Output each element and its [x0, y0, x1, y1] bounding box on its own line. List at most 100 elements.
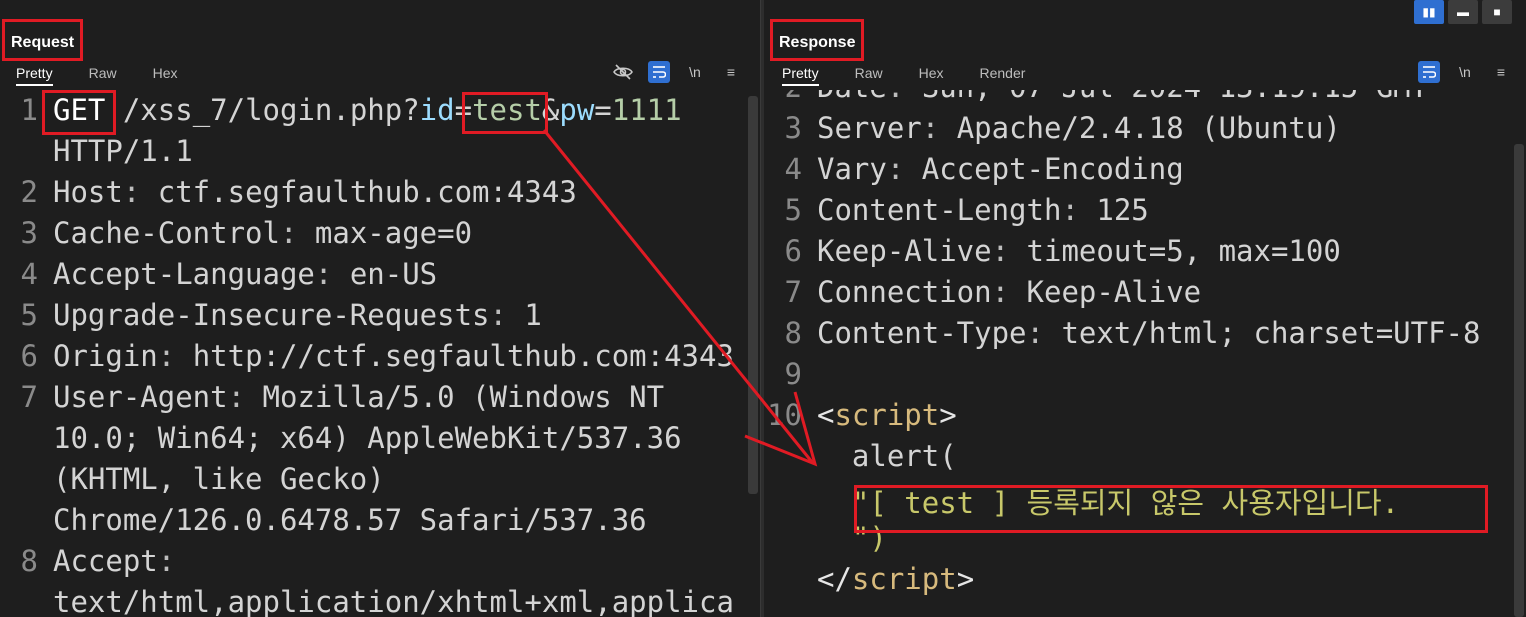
code-token: :: [887, 90, 922, 104]
code-line[interactable]: HTTP/1.1: [53, 134, 193, 168]
wrap-lines-icon[interactable]: [648, 61, 670, 83]
line-number: 8: [20, 544, 38, 578]
request-tabs: Pretty Raw Hex: [16, 62, 178, 86]
code-token: 1111: [611, 93, 682, 127]
request-code[interactable]: GET /xss_7/login.php?id=test&pw=1111 HTTP…: [53, 90, 746, 617]
response-editor[interactable]: 2 3 4 5 6 7 8 9 10 Date: Sun, 07 Jul 2024 13:19:…: [764, 90, 1512, 617]
code-line[interactable]: Content-Length: 125: [817, 193, 1149, 227]
code-token: :: [991, 275, 1027, 309]
code-token: Cache-Control: [53, 216, 280, 250]
tab-pretty[interactable]: Pretty: [16, 62, 53, 86]
line-number: 3: [784, 111, 802, 145]
code-token: Keep-Alive: [817, 234, 992, 268]
code-token: :: [489, 298, 525, 332]
line-number: 6: [20, 339, 38, 373]
line-number: 5: [20, 298, 38, 332]
code-token: :: [991, 234, 1027, 268]
code-line[interactable]: 10.0; Win64; x64) AppleWebKit/537.36: [53, 421, 682, 455]
code-token: Sun, 07 Jul 2024 13:19:15 GMT: [922, 90, 1428, 104]
request-scrollbar[interactable]: [748, 96, 758, 494]
code-line[interactable]: Origin: http://ctf.segfaulthub.com:4343: [53, 339, 734, 373]
code-line[interactable]: Content-Type: text/html; charset=UTF-8: [817, 316, 1480, 350]
code-line[interactable]: (KHTML, like Gecko): [53, 462, 385, 496]
tab-hex[interactable]: Hex: [153, 62, 178, 86]
code-token: Accept-Language: [53, 257, 315, 291]
line-number: 4: [20, 257, 38, 291]
code-line[interactable]: Chrome/126.0.6478.57 Safari/537.36: [53, 503, 647, 537]
menu-icon[interactable]: ≡: [1490, 61, 1512, 83]
code-line[interactable]: Upgrade-Insecure-Requests: 1: [53, 298, 542, 332]
code-token: GET: [53, 93, 106, 127]
menu-icon[interactable]: ≡: [720, 61, 742, 83]
code-token: script: [851, 562, 957, 596]
code-token: Host: [53, 175, 123, 209]
code-line[interactable]: Date: Sun, 07 Jul 2024 13:19:15 GMT: [817, 90, 1428, 104]
code-token: >: [956, 562, 975, 596]
layout-switch: ▮▮ ▬ ■: [1414, 0, 1512, 24]
code-token: Origin: [53, 339, 158, 373]
split-vertical-icon[interactable]: ▬: [1448, 0, 1478, 24]
line-number: 1: [20, 93, 38, 127]
code-token: :: [314, 257, 350, 291]
tab-pretty[interactable]: Pretty: [782, 62, 819, 86]
code-token: timeout=5, max=100: [1026, 234, 1341, 268]
code-token: 125: [1096, 193, 1149, 227]
code-token: test: [472, 93, 542, 127]
code-token: 10.0; Win64; x64) AppleWebKit/537.36: [53, 421, 682, 455]
line-number: 2: [20, 175, 38, 209]
line-number: 2: [785, 90, 802, 104]
request-editor[interactable]: 12345678 GET /xss_7/login.php?id=test&pw…: [0, 90, 746, 617]
code-token: id: [419, 93, 455, 127]
code-token: =: [594, 93, 612, 127]
code-token: text/html; charset=UTF-8: [1061, 316, 1481, 350]
code-line[interactable]: text/html,application/xhtml+xml,applica: [53, 585, 734, 617]
line-number: 9: [784, 357, 802, 391]
code-line[interactable]: <script>: [817, 398, 957, 432]
wrap-lines-icon[interactable]: [1418, 61, 1440, 83]
code-token: "): [817, 521, 887, 555]
code-token: <: [817, 398, 835, 432]
tab-raw[interactable]: Raw: [89, 62, 117, 86]
code-line[interactable]: Cache-Control: max-age=0: [53, 216, 472, 250]
code-token: Content-Type: [817, 316, 1027, 350]
code-line[interactable]: Accept:: [53, 544, 175, 578]
code-line[interactable]: Accept-Language: en-US: [53, 257, 437, 291]
response-title: Response: [770, 19, 865, 61]
code-line[interactable]: Server: Apache/2.4.18 (Ubuntu): [817, 111, 1341, 145]
code-line[interactable]: Connection: Keep-Alive: [817, 275, 1201, 309]
tab-hex[interactable]: Hex: [919, 62, 944, 86]
split-horizontal-icon[interactable]: ▮▮: [1414, 0, 1444, 24]
response-code[interactable]: Date: Sun, 07 Jul 2024 13:19:15 GMT Serve…: [817, 90, 1512, 617]
hide-headers-icon[interactable]: [612, 61, 634, 83]
code-token: Mozilla/5.0 (Windows NT: [262, 380, 665, 414]
code-token: Upgrade-Insecure-Requests: [53, 298, 490, 332]
line-number: 6: [784, 234, 802, 268]
code-line[interactable]: </script>: [817, 562, 974, 596]
code-token: en-US: [349, 257, 438, 291]
response-pane: Response Pretty Raw Hex Render \n ≡ 2 3 4 5 6 7 8…: [764, 0, 1526, 617]
newline-toggle[interactable]: \n: [684, 61, 706, 83]
code-token: Content-Length: [817, 193, 1062, 227]
code-line[interactable]: Vary: Accept-Encoding: [817, 152, 1184, 186]
code-token: http://ctf.segfaulthub.com:4343: [192, 339, 734, 373]
code-line[interactable]: alert(: [817, 439, 957, 473]
code-line[interactable]: "): [817, 521, 887, 555]
code-line[interactable]: GET /xss_7/login.php?id=test&pw=1111: [53, 93, 682, 127]
tab-raw[interactable]: Raw: [855, 62, 883, 86]
code-token: pw: [559, 93, 595, 127]
code-line[interactable]: Keep-Alive: timeout=5, max=100: [817, 234, 1341, 268]
response-scrollbar[interactable]: [1514, 144, 1524, 617]
code-line[interactable]: "[ test ] 등록되지 않은 사용자입니다.: [817, 480, 1399, 522]
tabs-view-icon[interactable]: ■: [1482, 0, 1512, 24]
code-token: </: [817, 562, 852, 596]
code-token: Apache/2.4.18 (Ubuntu): [956, 111, 1341, 145]
response-gutter: 2 3 4 5 6 7 8 9 10: [764, 90, 812, 617]
code-token: :: [157, 339, 193, 373]
tab-render[interactable]: Render: [980, 62, 1026, 86]
code-line[interactable]: User-Agent: Mozilla/5.0 (Windows NT: [53, 380, 664, 414]
code-token: script: [834, 398, 940, 432]
request-gutter: 1 2 3 4 5 6 7 8: [0, 90, 48, 617]
code-token: "[ test ] 등록되지 않은 사용자입니다.: [817, 486, 1400, 520]
newline-toggle[interactable]: \n: [1454, 61, 1476, 83]
code-line[interactable]: Host: ctf.segfaulthub.com:4343: [53, 175, 577, 209]
